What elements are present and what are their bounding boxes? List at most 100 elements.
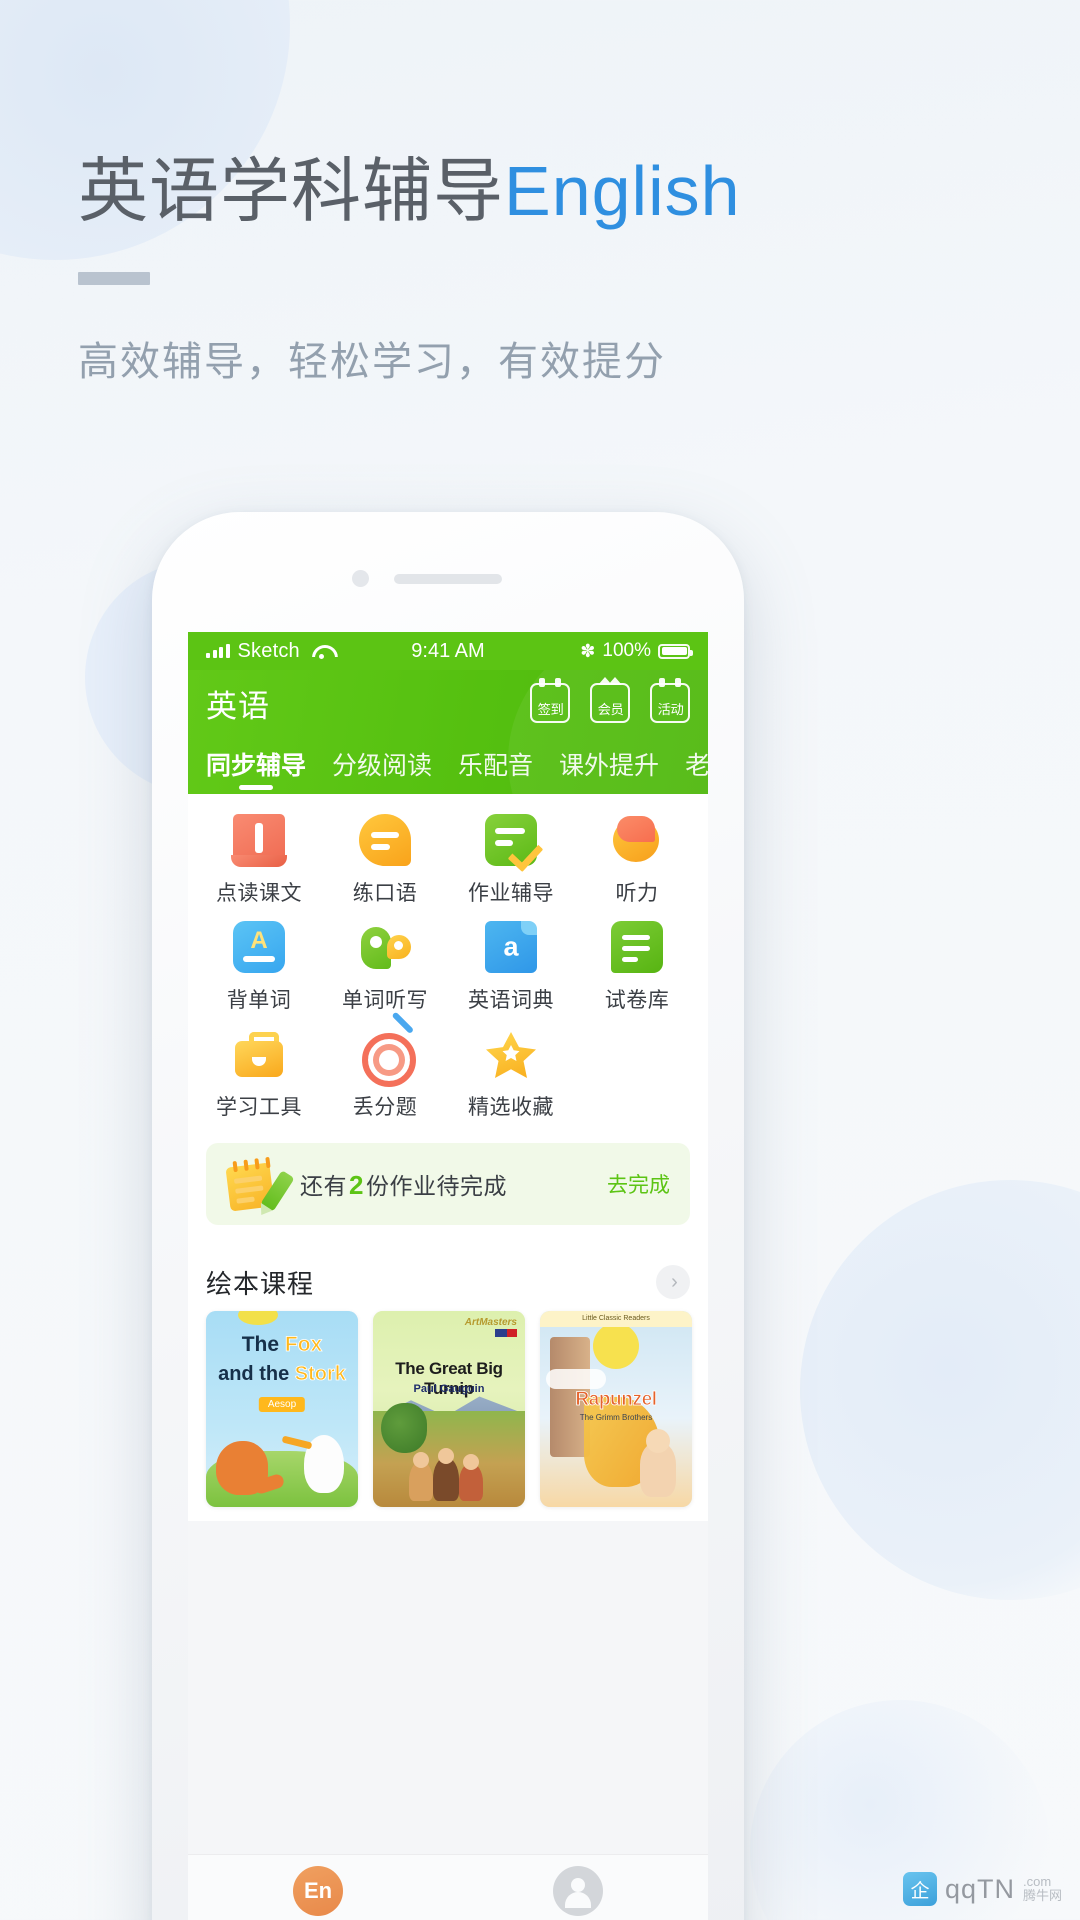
grid-label: 背单词 (226, 989, 292, 1012)
tree-illustration (381, 1403, 427, 1453)
tab-乐配音[interactable]: 乐配音 (458, 746, 533, 794)
book-card[interactable]: Little Classic Readers Rapunzel The Grim… (540, 1311, 692, 1507)
bluetooth-icon: ✽ (580, 641, 596, 661)
grid-label: 作业辅导 (468, 882, 554, 905)
background-blob-right (800, 1180, 1080, 1600)
homework-action-link[interactable]: 去完成 (607, 1169, 670, 1199)
book-ribbon: Little Classic Readers (540, 1311, 692, 1327)
grid-label: 学习工具 (216, 1096, 302, 1119)
book-card[interactable]: The Fox and the Stork Aesop (206, 1311, 358, 1507)
grid-item-英语词典[interactable]: a 英语词典 (448, 921, 574, 1014)
promo-divider (78, 272, 150, 286)
promo-subtitle: 高效辅导，轻松学习，有效提分 (78, 340, 666, 385)
tab-同步辅导[interactable]: 同步辅导 (206, 746, 306, 794)
status-bar-time: 9:41 AM (411, 639, 485, 662)
grid-label: 单词听写 (342, 989, 428, 1012)
earpiece-speaker (394, 574, 502, 584)
calendar-checkin-icon[interactable]: 签到 (530, 678, 570, 723)
app-header-row: 英语 签到 会员 活动 (188, 670, 708, 736)
homework-count: 2 (349, 1170, 364, 1200)
grid-label: 丢分题 (352, 1096, 418, 1119)
status-bar-left: Sketch (206, 640, 332, 663)
green-checklist-icon (485, 814, 537, 866)
feature-grid: 点读课文 练口语 作业辅导 听力 A 背单词 单词听写 a 英语词典 试卷库 学… (188, 794, 708, 1133)
grid-label: 点读课文 (216, 882, 302, 905)
battery-full-icon (658, 643, 693, 659)
calendar-activity-icon[interactable]: 活动 (650, 678, 690, 723)
page-title: 英语 (206, 688, 270, 724)
grid-item-听力[interactable]: 听力 (574, 814, 700, 907)
homework-prefix: 还有 (300, 1173, 347, 1199)
girl-illustration (640, 1443, 676, 1497)
phone-top-bezel (152, 512, 744, 632)
grid-item-学习工具[interactable]: 学习工具 (196, 1028, 322, 1121)
member-label: 会员 (597, 701, 623, 717)
grid-item-丢分题[interactable]: 丢分题 (322, 1011, 448, 1121)
book-ribbon-text: Little Classic Readers (582, 1315, 650, 1322)
watermark-logo-icon: 企 (902, 1872, 937, 1906)
book-title-line1: The Fox (241, 1333, 323, 1357)
book-card[interactable]: ArtMasters The Great Big Turnip Paul Gau… (373, 1311, 525, 1507)
red-book-icon (231, 814, 287, 867)
person-illustration (409, 1461, 433, 1501)
notepad-pencil-icon (225, 1156, 295, 1212)
person-illustration (459, 1463, 483, 1501)
book-author: Paul Gauguin (413, 1383, 485, 1395)
grid-item-试卷库[interactable]: 试卷库 (574, 921, 700, 1014)
checkin-label: 签到 (537, 701, 563, 717)
orange-speech-bubble-icon (359, 814, 411, 866)
signal-bars-icon (206, 644, 230, 658)
homework-suffix: 份作业待完成 (365, 1173, 507, 1199)
book-author-badge: Aesop (258, 1397, 306, 1412)
grid-label: 试卷库 (604, 989, 670, 1012)
tab-老师仓[interactable]: 老师仓 (685, 746, 708, 794)
crown-member-icon[interactable]: 会员 (590, 677, 630, 723)
category-tabs: 同步辅导 分级阅读 乐配音 课外提升 老师仓 (188, 736, 708, 794)
app-header-actions: 签到 会员 活动 (530, 677, 690, 723)
promo-title-en: English (504, 152, 741, 230)
grid-item-精选收藏[interactable]: 精选收藏 (448, 1028, 574, 1121)
bottom-nav-item-mine[interactable]: 我的 (448, 1865, 708, 1920)
grid-item-点读课文[interactable]: 点读课文 (196, 814, 322, 907)
book-title-highlight2: Stork (294, 1363, 346, 1386)
homework-banner[interactable]: 还有2份作业待完成 去完成 (206, 1143, 690, 1225)
stork-illustration (304, 1435, 344, 1493)
wifi-icon (312, 644, 332, 659)
phone-screen: Sketch 9:41 AM ✽ 100% 英语 签到 会员 活动 同步辅导 分… (188, 632, 708, 1920)
feature-grid-card: 点读课文 练口语 作业辅导 听力 A 背单词 单词听写 a 英语词典 试卷库 学… (188, 794, 708, 1133)
green-yellow-dictation-icon (359, 921, 411, 973)
book-brand: ArtMasters (464, 1317, 517, 1328)
book-title-line2: and the Stork (218, 1363, 346, 1386)
blue-dictionary-book-icon: a (485, 921, 537, 973)
grid-label: 听力 (615, 882, 659, 905)
grid-item-练口语[interactable]: 练口语 (322, 814, 448, 907)
blue-letter-a-card-icon: A (233, 921, 285, 973)
bottom-nav-item-english[interactable]: En 英语 (188, 1865, 448, 1920)
app-header: 英语 签到 会员 活动 同步辅导 分级阅读 乐配音 课外提升 老 (188, 670, 708, 794)
sun-illustration (593, 1323, 639, 1369)
target-dart-icon (359, 1011, 416, 1087)
watermark-suffix: .com (1022, 1873, 1052, 1889)
tab-分级阅读[interactable]: 分级阅读 (332, 746, 432, 794)
grid-item-作业辅导[interactable]: 作业辅导 (448, 814, 574, 907)
section-title: 绘本课程 (206, 1268, 315, 1299)
phone-mockup: Sketch 9:41 AM ✽ 100% 英语 签到 会员 活动 同步辅导 分… (152, 512, 744, 1920)
book-title: Rapunzel (575, 1389, 657, 1411)
status-bar-right: ✽ 100% (580, 640, 693, 662)
watermark-name: qqTN (944, 1873, 1015, 1904)
status-bar: Sketch 9:41 AM ✽ 100% (188, 632, 708, 670)
tab-课外提升[interactable]: 课外提升 (559, 746, 659, 794)
grid-item-empty (574, 1028, 700, 1121)
picture-book-section: 绘本课程 › The Fox and the Stork Aesop ArtMa… (188, 1245, 708, 1521)
chevron-right-icon[interactable]: › (656, 1265, 690, 1299)
grid-item-背单词[interactable]: A 背单词 (196, 921, 322, 1014)
picture-book-list: The Fox and the Stork Aesop ArtMasters T… (206, 1311, 692, 1521)
promo-title-cn: 英语学科辅导 (78, 152, 504, 230)
promo-title: 英语学科辅导English (78, 152, 978, 230)
promo-header: 英语学科辅导English 高效辅导，轻松学习，有效提分 (78, 152, 978, 387)
battery-percent-label: 100% (602, 640, 651, 661)
person-illustration (433, 1457, 459, 1501)
yellow-toolbox-icon (233, 1028, 285, 1080)
grid-item-单词听写[interactable]: 单词听写 (322, 921, 448, 1014)
bottom-nav: En 英语 我的 (188, 1854, 708, 1920)
